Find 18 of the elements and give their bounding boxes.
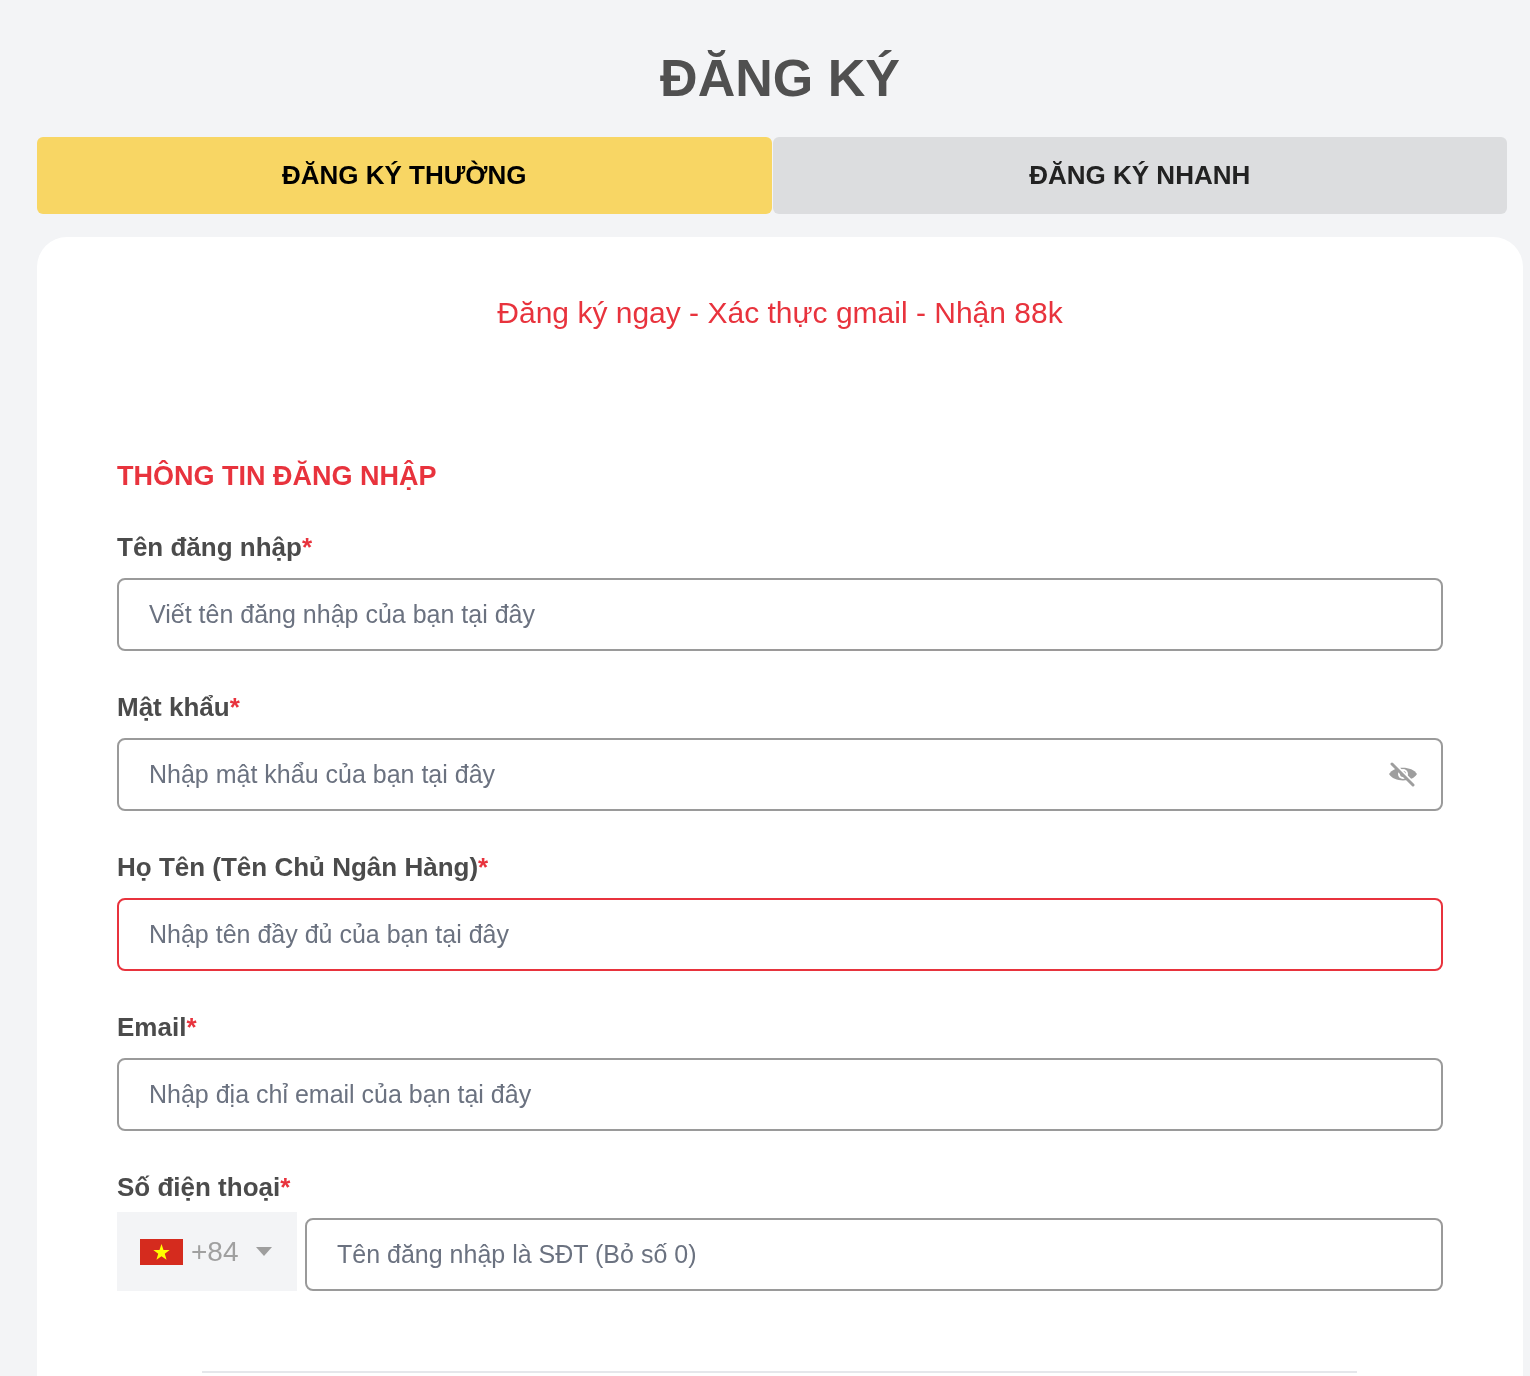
input-field[interactable]: Nhập tên đầy đủ của bạn tại đây (117, 898, 1443, 971)
eye-slash-icon[interactable] (1387, 761, 1419, 787)
field-label: Mật khẩu* (117, 692, 240, 722)
password-field[interactable]: Nhập mật khẩu của bạn tại đây (117, 738, 1443, 811)
flag-icon (140, 1238, 183, 1265)
phone-number-field[interactable]: Tên đăng nhập là SĐT (Bỏ số 0) (305, 1218, 1443, 1291)
page-title: ĐĂNG KÝ (660, 48, 900, 109)
field-label: Tên đăng nhập* (117, 532, 312, 562)
field-label: Họ Tên (Tên Chủ Ngân Hàng)* (117, 852, 489, 882)
field-label: Email* (117, 1012, 197, 1042)
field-label: Số điện thoại* (117, 1172, 291, 1202)
input-field[interactable]: Viết tên đăng nhập của bạn tại đây (117, 578, 1443, 651)
promo-text: Đăng ký ngay - Xác thực gmail - Nhận 88k (497, 297, 1063, 329)
section-title: THÔNG TIN ĐĂNG NHẬP (117, 460, 437, 492)
input-field[interactable]: Nhập địa chỉ email của bạn tại đây (117, 1058, 1443, 1131)
tab[interactable]: ĐĂNG KÝ NHANH (772, 137, 1507, 214)
tab[interactable]: ĐĂNG KÝ THƯỜNG (37, 137, 772, 214)
caret-icon (255, 1247, 272, 1256)
